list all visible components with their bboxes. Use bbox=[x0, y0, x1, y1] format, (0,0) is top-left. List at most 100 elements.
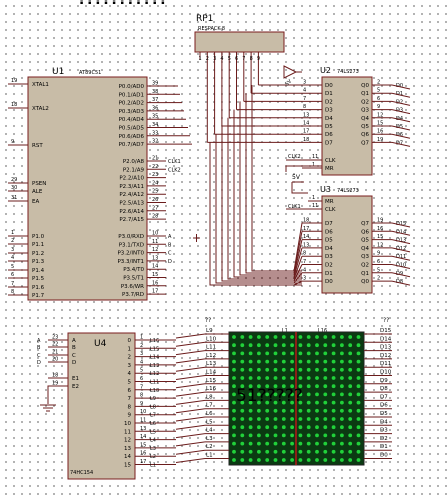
u3-output-name: Q2 bbox=[361, 263, 369, 269]
u1-p0-pin-number: 32 bbox=[152, 139, 158, 145]
matrix-led bbox=[348, 335, 353, 339]
matrix-led bbox=[273, 417, 278, 421]
u1-left-pin-number: 6 bbox=[11, 272, 14, 278]
matrix-led bbox=[240, 408, 245, 413]
matrix-led bbox=[348, 417, 353, 421]
u4-decoder[interactable]: U4 74HC154 A23AB22BC21CD20D18E119E201L16… bbox=[37, 332, 176, 480]
u1-left-pin-number: 29 bbox=[11, 177, 17, 183]
matrix-led bbox=[315, 359, 319, 364]
u1-p0-pin-name: P0.0/AD0 bbox=[119, 84, 145, 90]
u1-p3-pin-number: 11 bbox=[152, 239, 158, 245]
matrix-right-label: D1 bbox=[380, 444, 388, 450]
matrix-led bbox=[323, 351, 328, 356]
matrix-right-label: D13 bbox=[380, 345, 392, 351]
matrix-led bbox=[356, 417, 361, 421]
matrix-right-label: D3 bbox=[380, 428, 388, 434]
matrix-led bbox=[281, 351, 286, 356]
u4-input-name: D bbox=[72, 360, 76, 366]
matrix-led bbox=[298, 367, 303, 372]
u2-input-name: D7 bbox=[325, 140, 333, 146]
u4-input-net: C bbox=[37, 353, 41, 359]
matrix-right-label: D6 bbox=[380, 403, 388, 409]
u1-left-pin-number: 1 bbox=[11, 230, 14, 236]
matrix-led bbox=[323, 458, 328, 462]
u4-output-name: 3 bbox=[128, 363, 132, 369]
matrix-led bbox=[265, 425, 270, 430]
matrix-left-label: L16 bbox=[206, 386, 217, 392]
matrix-led bbox=[232, 441, 236, 446]
matrix-led bbox=[298, 425, 303, 430]
matrix-led bbox=[281, 417, 286, 421]
matrix-led bbox=[348, 392, 353, 397]
matrix-led bbox=[315, 417, 319, 421]
u2-mr-name: MR bbox=[325, 166, 334, 172]
matrix-right-label: D14 bbox=[380, 336, 392, 342]
matrix-led bbox=[315, 351, 319, 356]
u2-latch[interactable]: U2 74LS273 3 D0 4 D1 7 D2 8 D3 13 D4 14 D5 17 D6 18 D7 Q… bbox=[288, 66, 411, 176]
matrix-led bbox=[248, 458, 253, 462]
matrix-led bbox=[290, 433, 294, 438]
matrix-led bbox=[248, 449, 253, 454]
u3-input-name: D0 bbox=[325, 279, 333, 285]
matrix-row-header: ?? bbox=[205, 317, 211, 324]
matrix-led bbox=[340, 376, 344, 380]
u3-input-number: 13 bbox=[303, 242, 309, 248]
u2-output-name: Q4 bbox=[361, 116, 369, 122]
u3-latch[interactable]: U3 74LS273 1MR11CLKCLK118D717D614D513D48… bbox=[288, 185, 411, 294]
matrix-led bbox=[248, 408, 253, 413]
matrix-left-label: L12 bbox=[206, 353, 216, 359]
matrix-led bbox=[356, 351, 361, 356]
u4-output-net: L13 bbox=[150, 363, 159, 369]
u4-output-number: 10 bbox=[140, 409, 146, 415]
rp1-resistor-pack[interactable]: RP1 RESPACK-8 123456789 bbox=[194, 14, 285, 62]
matrix-led bbox=[248, 351, 253, 356]
matrix-led bbox=[356, 425, 361, 430]
led-matrix[interactable]: ?? ?? L1 L16 51????? L9 L10 L11 L12 L13 L14 L1… bbox=[175, 317, 392, 466]
u1-p0-pin-number: 38 bbox=[152, 89, 158, 95]
u2-output-number: 19 bbox=[377, 137, 383, 143]
matrix-led bbox=[348, 359, 353, 364]
matrix-right-label: D8 bbox=[380, 386, 388, 392]
matrix-led bbox=[265, 433, 270, 438]
u2-input-number: 13 bbox=[303, 112, 309, 118]
vcc-symbol-u3: 5V bbox=[285, 165, 322, 194]
matrix-led bbox=[281, 449, 286, 454]
matrix-led bbox=[265, 408, 270, 413]
matrix-led bbox=[265, 458, 270, 462]
matrix-led bbox=[348, 343, 353, 348]
u2-output-number: 16 bbox=[377, 129, 383, 135]
matrix-left-label: L9 bbox=[206, 328, 213, 334]
matrix-led bbox=[257, 408, 261, 413]
u3-input-number: 3 bbox=[303, 276, 306, 282]
u3-clk-number: 11 bbox=[312, 203, 318, 209]
u2-output-name: Q5 bbox=[361, 124, 369, 130]
matrix-led bbox=[306, 408, 311, 413]
matrix-led bbox=[265, 351, 270, 356]
matrix-led bbox=[315, 384, 319, 389]
u4-output-name: 9 bbox=[128, 413, 132, 419]
matrix-led bbox=[232, 417, 236, 421]
matrix-led bbox=[340, 343, 344, 348]
u4-output-net: L15 bbox=[150, 346, 159, 352]
matrix-led bbox=[298, 343, 303, 348]
u1-microcontroller[interactable]: U1 AT89C51 19XTAL118XTAL29RST29PSEN30ALE… bbox=[8, 67, 181, 301]
u4-part: 74HC154 bbox=[70, 470, 93, 476]
matrix-led bbox=[240, 425, 245, 430]
u3-input-name: D5 bbox=[325, 238, 333, 244]
matrix-led bbox=[340, 359, 344, 364]
u1-p3-pin-name: P3.1/TXD bbox=[119, 242, 144, 248]
u1-p3-pin-name: P3.6/WR bbox=[121, 284, 144, 290]
matrix-right-label: D2 bbox=[380, 436, 388, 442]
matrix-led bbox=[331, 433, 336, 438]
u3-ref: U3 bbox=[320, 185, 331, 194]
matrix-led bbox=[315, 392, 319, 397]
matrix-led bbox=[281, 408, 286, 413]
u4-input-net: D bbox=[37, 360, 41, 366]
matrix-led bbox=[340, 425, 344, 430]
matrix-left-label: L3 bbox=[206, 436, 213, 442]
u1-p2-pin-name: P2.6/A14 bbox=[119, 209, 144, 215]
matrix-led bbox=[281, 367, 286, 372]
matrix-led bbox=[306, 458, 311, 462]
matrix-led bbox=[290, 351, 294, 356]
u1-p0-pin-name: P0.2/AD2 bbox=[119, 101, 144, 107]
